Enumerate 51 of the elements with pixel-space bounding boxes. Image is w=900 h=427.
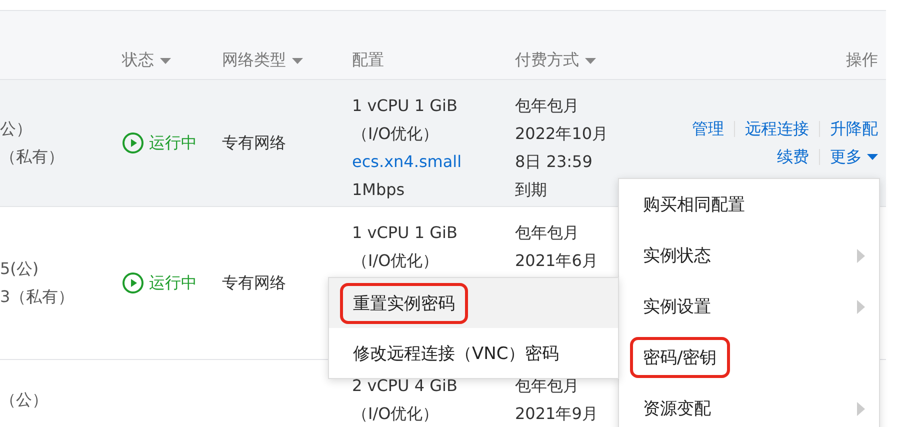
- action-link[interactable]: 升降配: [830, 115, 878, 143]
- action-link[interactable]: 更多: [830, 143, 878, 171]
- billing-text: 包年包月: [515, 222, 580, 244]
- ip-address: 3（私有）: [0, 286, 76, 308]
- caret-icon: [585, 58, 596, 64]
- ip-address: 公）: [0, 118, 33, 140]
- config-text: 2 vCPU 4 GiB: [352, 375, 458, 397]
- chevron-right-icon: [857, 248, 865, 262]
- menu-item[interactable]: 购买相同配置: [619, 179, 879, 230]
- chevron-right-icon: [857, 402, 865, 416]
- config-text: 1 vCPU 1 GiB: [352, 222, 458, 244]
- running-icon: [122, 132, 144, 154]
- config-text: （I/O优化）: [352, 250, 440, 272]
- ip-address: （公）: [0, 388, 49, 410]
- instance-type-link[interactable]: ecs.xn4.small: [352, 148, 508, 176]
- menu-item[interactable]: 修改远程连接（VNC）密码: [329, 328, 618, 378]
- billing-text: 2021年9月: [515, 403, 599, 425]
- caret-icon: [867, 154, 878, 160]
- action-link[interactable]: 续费: [777, 143, 809, 171]
- network-type: 专有网络: [222, 132, 287, 154]
- menu-item[interactable]: 实例设置: [619, 281, 879, 332]
- ip-address: （私有）: [0, 146, 65, 168]
- billing-text: 2022年10月: [515, 123, 610, 145]
- billing-text: 2021年6月: [515, 250, 599, 272]
- menu-item[interactable]: 重置实例密码: [329, 278, 618, 328]
- menu-item[interactable]: 实例状态: [619, 230, 879, 281]
- status-label: 运行中: [122, 129, 215, 157]
- config-text: 1 vCPU 1 GiB: [352, 95, 458, 117]
- config-text: （I/O优化）: [352, 123, 440, 145]
- column-header: 操作: [846, 50, 878, 71]
- running-icon: [122, 272, 144, 294]
- billing-text: 包年包月: [515, 95, 580, 117]
- status-label: 运行中: [122, 269, 215, 297]
- action-link[interactable]: 远程连接: [745, 115, 809, 143]
- config-text: （I/O优化）: [352, 403, 440, 425]
- network-type: 专有网络: [222, 272, 287, 294]
- billing-text: 包年包月: [515, 375, 580, 397]
- caret-icon: [292, 58, 303, 64]
- billing-text: 到期: [515, 179, 548, 201]
- chevron-right-icon: [857, 300, 865, 314]
- column-header[interactable]: 网络类型: [222, 50, 286, 71]
- action-link[interactable]: 管理: [692, 115, 724, 143]
- menu-item[interactable]: 资源变配: [619, 383, 879, 427]
- ip-address: 5(公): [0, 258, 40, 280]
- column-header[interactable]: 付费方式: [515, 50, 579, 71]
- menu-item[interactable]: 密码/密钥: [619, 332, 879, 383]
- config-text: 1Mbps: [352, 179, 406, 201]
- column-header[interactable]: 状态: [122, 50, 154, 71]
- billing-text: 8日 23:59: [515, 151, 594, 173]
- caret-icon: [160, 58, 171, 64]
- column-header: 配置: [352, 50, 384, 71]
